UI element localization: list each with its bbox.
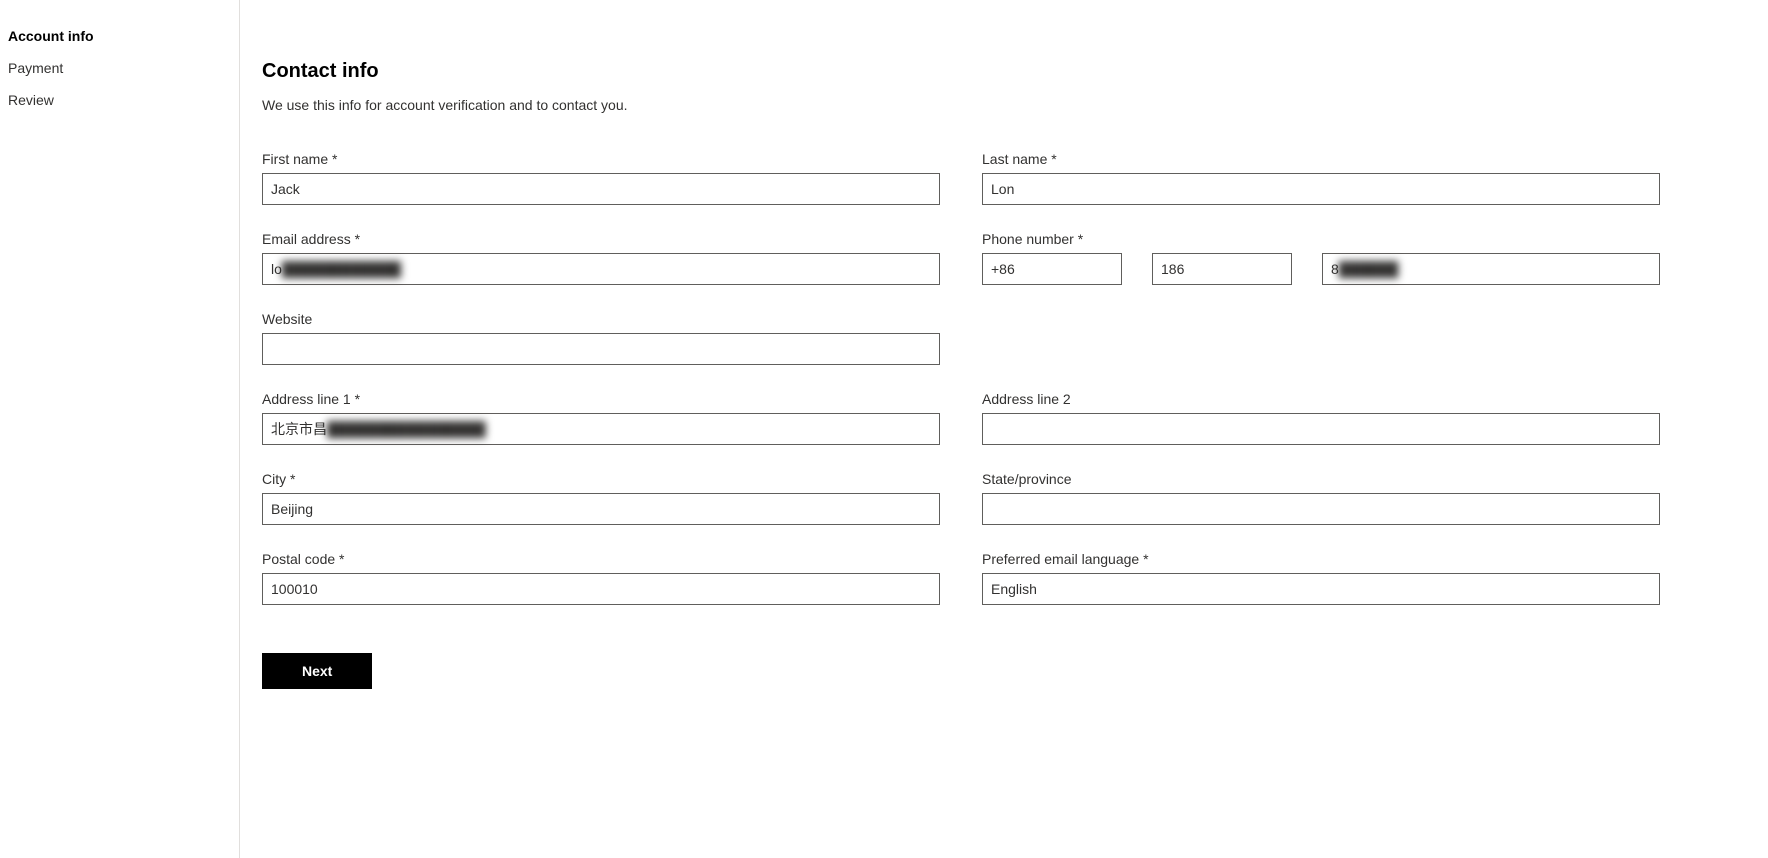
address1-redacted: ████████████████ (327, 421, 486, 437)
contact-form: First name * Last name * Email address *… (262, 151, 1768, 631)
first-name-input[interactable] (262, 173, 940, 205)
phone-rest-input[interactable]: 8██████ (1322, 253, 1660, 285)
sidebar-item-account-info[interactable]: Account info (8, 20, 239, 52)
website-input[interactable] (262, 333, 940, 365)
address1-visible: 北京市昌 (271, 419, 327, 439)
postal-label: Postal code * (262, 551, 940, 567)
next-button[interactable]: Next (262, 653, 372, 689)
address2-input[interactable] (982, 413, 1660, 445)
first-name-label: First name * (262, 151, 940, 167)
website-label: Website (262, 311, 940, 327)
city-label: City * (262, 471, 940, 487)
email-input[interactable]: lo████████████ (262, 253, 940, 285)
section-title: Contact info (262, 60, 1768, 83)
postal-input[interactable] (262, 573, 940, 605)
phone-prefix-input[interactable] (1152, 253, 1292, 285)
state-label: State/province (982, 471, 1660, 487)
state-input[interactable] (982, 493, 1660, 525)
sidebar: Account info Payment Review (0, 0, 240, 858)
preferred-lang-label: Preferred email language * (982, 551, 1660, 567)
email-label: Email address * (262, 231, 940, 247)
phone-rest-redacted: ██████ (1339, 261, 1399, 277)
sidebar-item-review[interactable]: Review (8, 84, 239, 116)
main-content: Contact info We use this info for accoun… (240, 0, 1768, 858)
address2-label: Address line 2 (982, 391, 1660, 407)
phone-label: Phone number * (982, 231, 1660, 247)
last-name-input[interactable] (982, 173, 1660, 205)
email-value-redacted: ████████████ (282, 261, 401, 277)
phone-rest-visible: 8 (1331, 261, 1339, 277)
section-description: We use this info for account verificatio… (262, 97, 1768, 113)
city-input[interactable] (262, 493, 940, 525)
phone-country-input[interactable] (982, 253, 1122, 285)
address1-label: Address line 1 * (262, 391, 940, 407)
email-value-visible: lo (271, 261, 282, 277)
address1-input[interactable]: 北京市昌████████████████ (262, 413, 940, 445)
preferred-lang-select[interactable] (982, 573, 1660, 605)
last-name-label: Last name * (982, 151, 1660, 167)
sidebar-item-payment[interactable]: Payment (8, 52, 239, 84)
